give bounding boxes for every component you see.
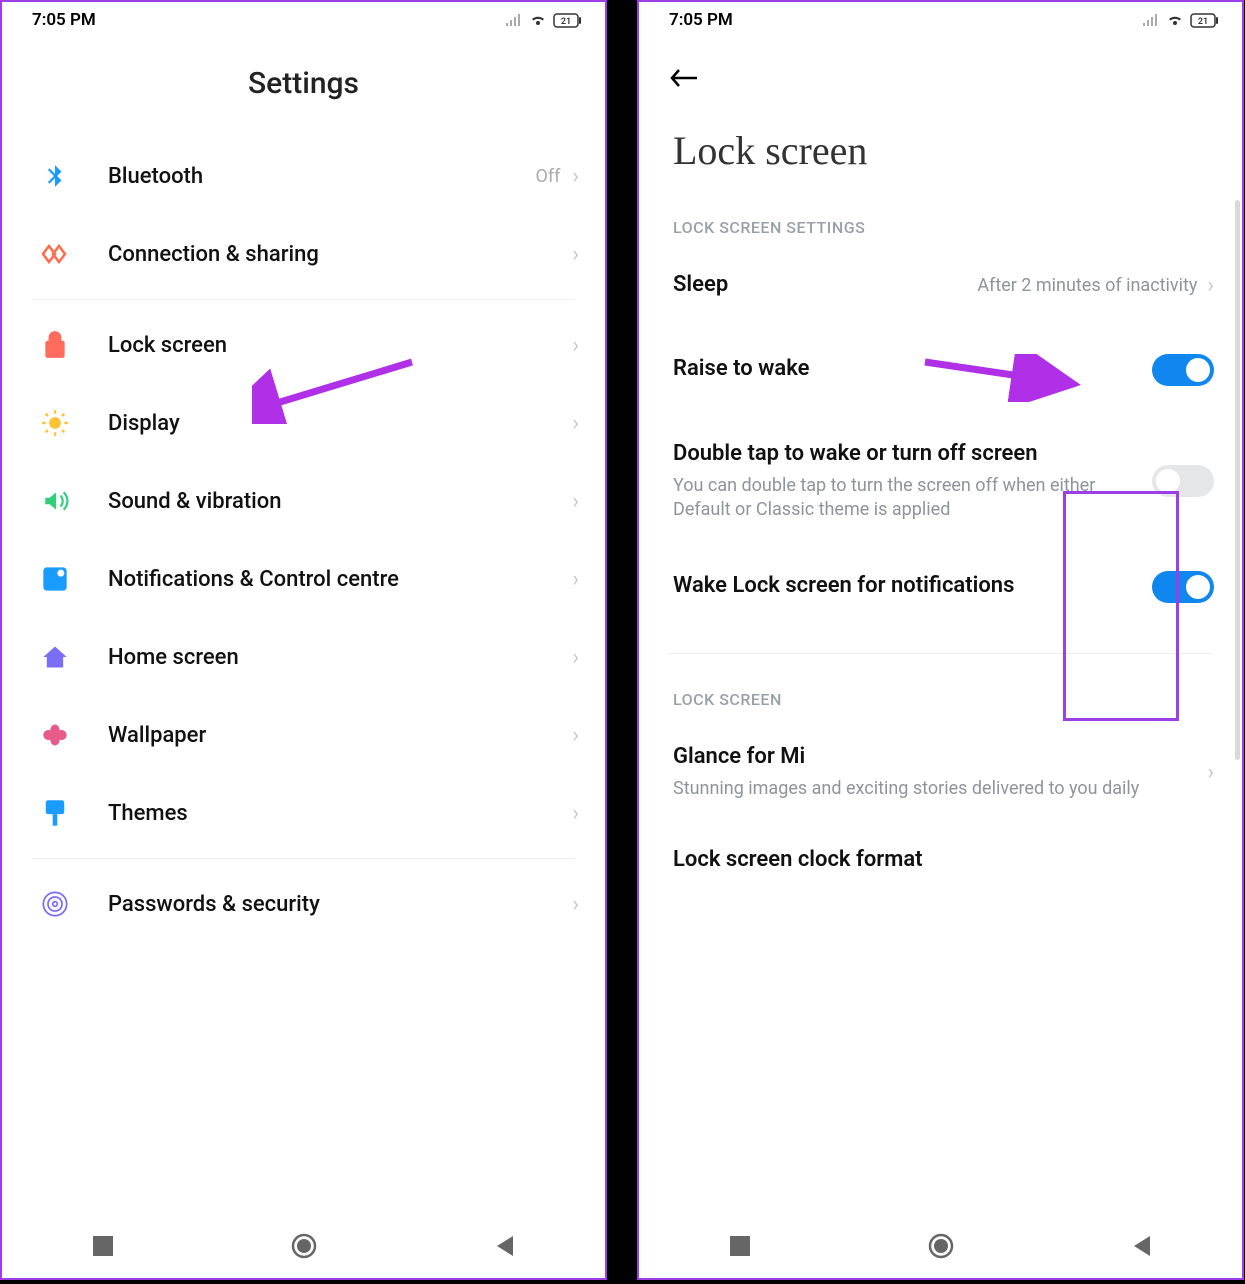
section-header: LOCK SCREEN SETTINGS <box>639 210 1242 249</box>
signal-icon <box>505 13 523 27</box>
row-title: Raise to wake <box>673 355 1140 384</box>
row-wake-for-notifications[interactable]: Wake Lock screen for notifications <box>639 545 1242 633</box>
chevron-right-icon: › <box>572 567 579 592</box>
nav-bar <box>639 1214 1242 1278</box>
row-label: Notifications & Control centre <box>108 567 572 592</box>
settings-list: Bluetooth Off › Connection & sharing › L… <box>2 137 605 1214</box>
row-display[interactable]: Display › <box>2 384 605 462</box>
divider <box>669 653 1212 654</box>
toggle-double-tap[interactable] <box>1152 465 1214 497</box>
battery-icon: 21 <box>1190 13 1220 28</box>
scrollbar[interactable] <box>1235 200 1240 760</box>
lock-screen-list: LOCK SCREEN SETTINGS Sleep After 2 minut… <box>639 210 1242 1214</box>
wifi-icon <box>529 13 547 27</box>
row-value: Off <box>535 166 560 187</box>
status-icons: 21 <box>505 13 583 28</box>
divider <box>32 299 575 300</box>
chevron-right-icon: › <box>572 242 579 267</box>
row-bluetooth[interactable]: Bluetooth Off › <box>2 137 605 215</box>
chevron-right-icon: › <box>572 723 579 748</box>
back-button[interactable] <box>1128 1232 1156 1260</box>
back-button[interactable] <box>491 1232 519 1260</box>
status-bar: 7:05 PM 21 <box>2 2 605 34</box>
svg-text:21: 21 <box>1198 17 1208 27</box>
row-label: Themes <box>108 801 572 826</box>
brush-icon <box>41 798 69 828</box>
row-value: After 2 minutes of inactivity <box>977 275 1197 296</box>
home-icon <box>41 643 69 671</box>
home-button[interactable] <box>290 1232 318 1260</box>
row-subtitle: You can double tap to turn the screen of… <box>673 474 1140 523</box>
row-label: Lock screen <box>108 333 572 358</box>
speaker-icon <box>41 488 69 514</box>
status-time: 7:05 PM <box>669 10 733 30</box>
chevron-right-icon: › <box>572 411 579 436</box>
battery-icon: 21 <box>553 13 583 28</box>
back-arrow-icon <box>669 68 699 88</box>
lock-icon <box>42 330 68 360</box>
row-label: Passwords & security <box>108 892 572 917</box>
chevron-right-icon: › <box>572 892 579 917</box>
chevron-right-icon: › <box>1207 760 1214 785</box>
fingerprint-icon <box>41 890 69 918</box>
row-double-tap[interactable]: Double tap to wake or turn off screen Yo… <box>639 418 1242 545</box>
chevron-right-icon: › <box>572 801 579 826</box>
row-label: Wallpaper <box>108 723 572 748</box>
chevron-right-icon: › <box>572 645 579 670</box>
row-label: Sound & vibration <box>108 489 572 514</box>
row-raise-to-wake[interactable]: Raise to wake <box>639 322 1242 418</box>
row-label: Display <box>108 411 572 436</box>
nav-bar <box>2 1214 605 1278</box>
signal-icon <box>1142 13 1160 27</box>
page-title: Settings <box>2 66 605 101</box>
section-header: LOCK SCREEN <box>639 660 1242 721</box>
svg-text:21: 21 <box>561 17 571 27</box>
row-glance-for-mi[interactable]: Glance for Mi Stunning images and exciti… <box>639 721 1242 824</box>
row-title: Sleep <box>673 271 965 300</box>
row-label: Connection & sharing <box>108 242 572 267</box>
back-arrow-button[interactable] <box>639 34 1242 95</box>
wifi-icon <box>1166 13 1184 27</box>
phone-right: 7:05 PM 21 Lock screen LOCK SCREEN SETTI… <box>637 0 1244 1280</box>
row-passwords-security[interactable]: Passwords & security › <box>2 865 605 943</box>
recent-apps-button[interactable] <box>726 1232 754 1260</box>
sun-icon <box>41 409 69 437</box>
connection-icon <box>40 241 70 267</box>
row-home-screen[interactable]: Home screen › <box>2 618 605 696</box>
status-bar: 7:05 PM 21 <box>639 2 1242 34</box>
row-label: Bluetooth <box>108 164 535 189</box>
toggle-raise-to-wake[interactable] <box>1152 354 1214 386</box>
chevron-right-icon: › <box>572 164 579 189</box>
row-lock-screen[interactable]: Lock screen › <box>2 306 605 384</box>
phone-left: 7:05 PM 21 Settings Bluetooth Off › Conn… <box>0 0 607 1280</box>
home-button[interactable] <box>927 1232 955 1260</box>
divider <box>32 858 575 859</box>
row-sleep[interactable]: Sleep After 2 minutes of inactivity › <box>639 249 1242 322</box>
row-lock-clock-format[interactable]: Lock screen clock format <box>639 824 1242 897</box>
control-icon <box>41 565 69 593</box>
row-title: Double tap to wake or turn off screen <box>673 440 1140 469</box>
chevron-right-icon: › <box>572 489 579 514</box>
status-icons: 21 <box>1142 13 1220 28</box>
row-title: Lock screen clock format <box>673 846 1202 875</box>
status-time: 7:05 PM <box>32 10 96 30</box>
row-label: Home screen <box>108 645 572 670</box>
row-connection-sharing[interactable]: Connection & sharing › <box>2 215 605 293</box>
row-subtitle: Stunning images and exciting stories del… <box>673 777 1195 801</box>
flower-icon <box>41 721 69 749</box>
row-title: Wake Lock screen for notifications <box>673 572 1140 601</box>
chevron-right-icon: › <box>572 333 579 358</box>
chevron-right-icon: › <box>1207 273 1214 298</box>
recent-apps-button[interactable] <box>89 1232 117 1260</box>
row-sound-vibration[interactable]: Sound & vibration › <box>2 462 605 540</box>
row-notifications[interactable]: Notifications & Control centre › <box>2 540 605 618</box>
screen-title: Lock screen <box>639 95 1242 210</box>
toggle-wake-notifications[interactable] <box>1152 571 1214 603</box>
row-title: Glance for Mi <box>673 743 1195 772</box>
row-wallpaper[interactable]: Wallpaper › <box>2 696 605 774</box>
row-themes[interactable]: Themes › <box>2 774 605 852</box>
bluetooth-icon <box>42 160 68 192</box>
